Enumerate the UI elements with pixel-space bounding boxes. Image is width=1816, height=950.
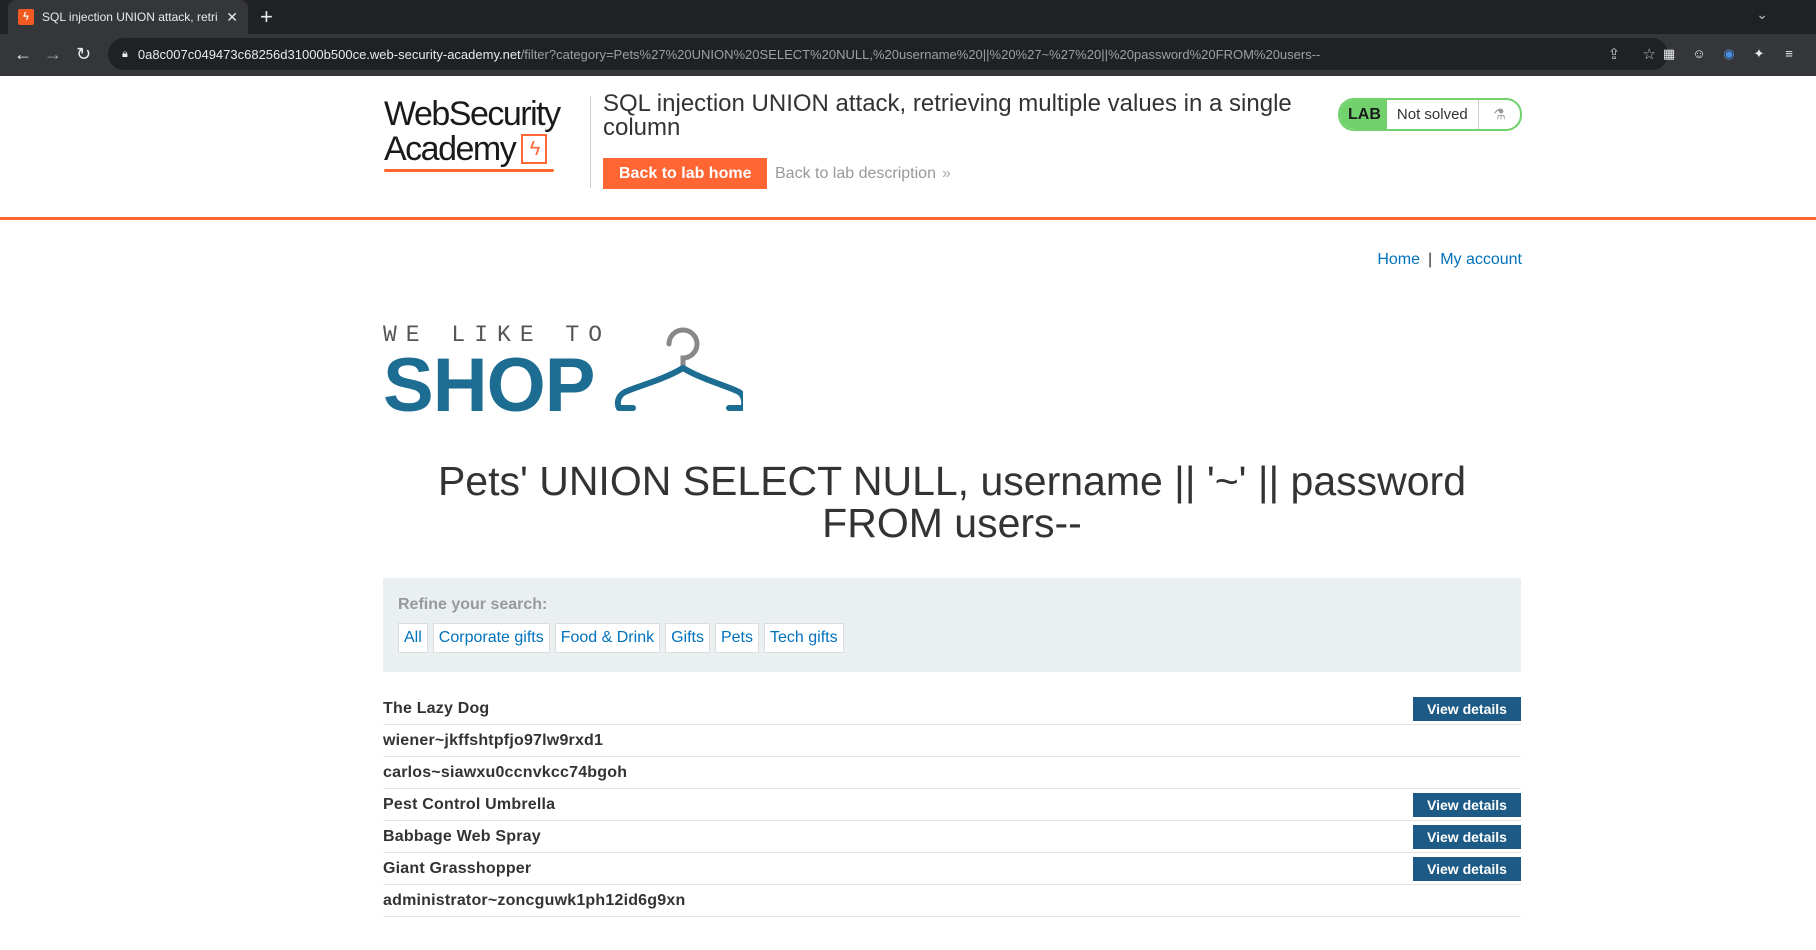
view-details-button[interactable]: View details bbox=[1413, 792, 1521, 817]
url-path: /filter?category=Pets%27%20UNION%20SELEC… bbox=[520, 46, 1321, 62]
browser-tab[interactable]: ϟ SQL injection UNION attack, retri ✕ bbox=[8, 0, 248, 34]
my-account-link[interactable]: My account bbox=[1440, 251, 1522, 268]
new-tab-icon[interactable]: + bbox=[260, 4, 273, 30]
lab-header: WebSecurity Academy ϟ SQL injection UNIO… bbox=[0, 76, 1816, 220]
lab-status-widget: LAB Not solved ⚗ bbox=[1338, 98, 1522, 131]
reading-list-icon[interactable]: ≡ bbox=[1780, 45, 1798, 63]
back-to-lab-description-link[interactable]: Back to lab description » bbox=[775, 165, 951, 183]
result-name: The Lazy Dog bbox=[383, 699, 490, 717]
extension-blue-icon[interactable]: ◉ bbox=[1720, 45, 1738, 63]
reload-icon[interactable]: ↻ bbox=[76, 43, 91, 65]
lab-status-text: Not solved bbox=[1387, 100, 1479, 129]
browser-toolbar: ← → ↻ 🔒︎ 0a8c007c049473c68256d31000b500c… bbox=[0, 34, 1816, 76]
web-security-academy-logo[interactable]: WebSecurity Academy ϟ bbox=[384, 96, 584, 172]
extension-avatar-icon[interactable]: ☺ bbox=[1690, 45, 1708, 63]
filter-gifts[interactable]: Gifts bbox=[665, 623, 710, 653]
address-bar[interactable]: 🔒︎ 0a8c007c049473c68256d31000b500ce.web-… bbox=[108, 38, 1668, 70]
table-row: Giant Grasshopper View details bbox=[383, 853, 1521, 885]
back-to-lab-description-label: Back to lab description bbox=[775, 165, 936, 182]
result-name: carlos~siawxu0ccnvkcc74bgoh bbox=[383, 763, 628, 781]
view-details-button[interactable]: View details bbox=[1413, 856, 1521, 881]
filter-food-drink[interactable]: Food & Drink bbox=[554, 623, 661, 653]
lab-badge: LAB bbox=[1340, 100, 1387, 129]
shop-logo-word: SHOP bbox=[383, 343, 595, 428]
refine-search-panel: Refine your search: All Corporate gifts … bbox=[383, 578, 1521, 672]
flask-icon: ⚗ bbox=[1493, 106, 1506, 122]
results-table: The Lazy Dog View details wiener~jkffsht… bbox=[383, 693, 1521, 917]
result-name: administrator~zoncguwk1ph12id6g9xn bbox=[383, 891, 686, 909]
close-tab-icon[interactable]: ✕ bbox=[226, 9, 238, 26]
header-divider bbox=[590, 96, 591, 188]
back-arrow-icon[interactable]: ← bbox=[14, 43, 32, 65]
back-to-lab-home-button[interactable]: Back to lab home bbox=[603, 158, 768, 189]
tab-title: SQL injection UNION attack, retri bbox=[42, 10, 218, 24]
portswigger-favicon-icon: ϟ bbox=[18, 9, 34, 25]
result-name: Babbage Web Spray bbox=[383, 827, 541, 845]
filter-pets[interactable]: Pets bbox=[714, 623, 759, 653]
share-icon[interactable]: ⇪ bbox=[1608, 46, 1621, 63]
we-like-to-shop-logo: WE LIKE TO SHOP bbox=[383, 322, 743, 426]
browser-tabbar: ϟ SQL injection UNION attack, retri ✕ + … bbox=[0, 0, 1816, 34]
table-row: carlos~siawxu0ccnvkcc74bgoh bbox=[383, 757, 1521, 789]
view-details-button[interactable]: View details bbox=[1413, 824, 1521, 849]
table-row: administrator~zoncguwk1ph12id6g9xn bbox=[383, 885, 1521, 917]
table-row: wiener~jkffshtpfjo97lw9rxd1 bbox=[383, 725, 1521, 757]
category-filters: All Corporate gifts Food & Drink Gifts P… bbox=[398, 623, 1506, 653]
table-row: The Lazy Dog View details bbox=[383, 693, 1521, 725]
result-name: Giant Grasshopper bbox=[383, 859, 532, 877]
logo-underline bbox=[384, 169, 554, 172]
forward-arrow-icon[interactable]: → bbox=[44, 43, 62, 65]
bookmark-star-icon[interactable]: ☆ bbox=[1643, 46, 1656, 63]
filter-tech-gifts[interactable]: Tech gifts bbox=[764, 623, 844, 653]
view-details-button[interactable]: View details bbox=[1413, 696, 1521, 721]
nav-separator: | bbox=[1428, 251, 1433, 268]
lab-title: SQL injection UNION attack, retrieving m… bbox=[603, 90, 1292, 141]
logo-line1: WebSecurity bbox=[384, 95, 561, 133]
filter-all[interactable]: All bbox=[398, 623, 428, 653]
logo-line2: Academy bbox=[384, 130, 517, 168]
extension-qr-icon[interactable]: ▦ bbox=[1660, 45, 1678, 63]
result-name: wiener~jkffshtpfjo97lw9rxd1 bbox=[383, 731, 604, 749]
table-row: Babbage Web Spray View details bbox=[383, 821, 1521, 853]
lightning-bolt-icon: ϟ bbox=[521, 134, 548, 164]
search-results-heading: Pets' UNION SELECT NULL, username || '~'… bbox=[437, 458, 1467, 546]
clothes-hanger-icon bbox=[614, 327, 743, 411]
lock-icon[interactable]: 🔒︎ bbox=[122, 48, 128, 61]
url-host: 0a8c007c049473c68256d31000b500ce.web-sec… bbox=[137, 46, 521, 62]
table-row: Pest Control Umbrella View details bbox=[383, 789, 1521, 821]
tab-search-icon[interactable]: ⌄ bbox=[1756, 6, 1768, 23]
double-chevron-right-icon: » bbox=[941, 165, 951, 182]
result-name: Pest Control Umbrella bbox=[383, 795, 556, 813]
refine-search-label: Refine your search: bbox=[398, 596, 548, 613]
home-link[interactable]: Home bbox=[1377, 251, 1420, 268]
filter-corporate-gifts[interactable]: Corporate gifts bbox=[432, 623, 550, 653]
extensions-puzzle-icon[interactable]: ✦ bbox=[1750, 45, 1768, 63]
account-nav: Home | My account bbox=[1377, 251, 1522, 269]
